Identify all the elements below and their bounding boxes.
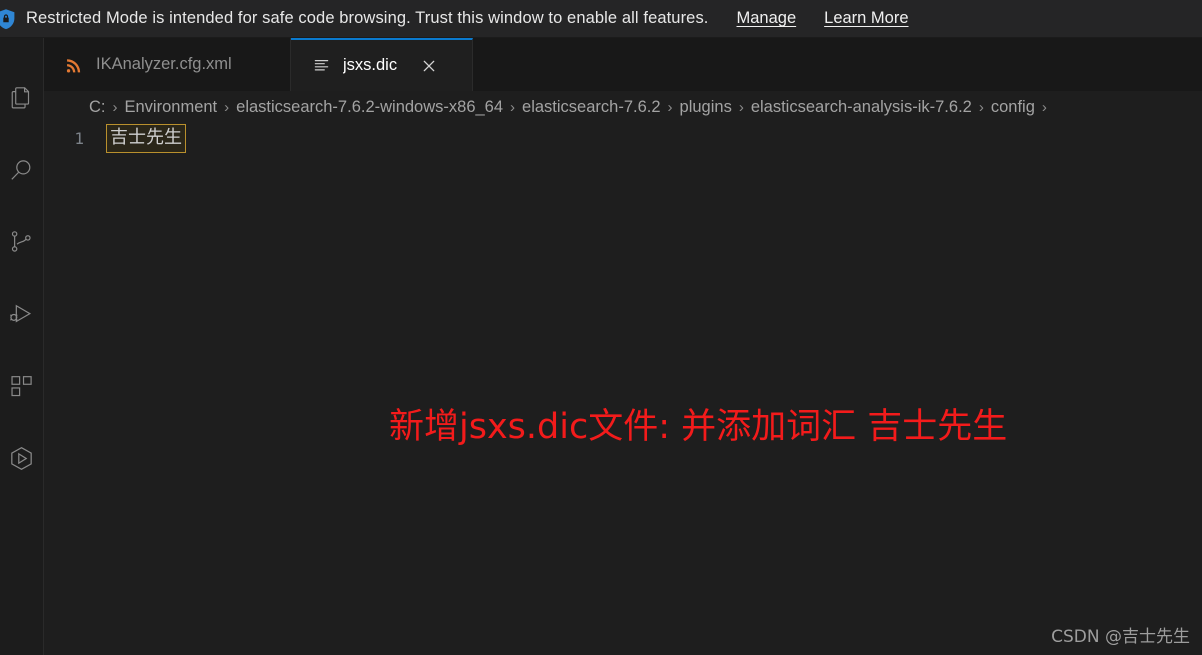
tab-jsxs-dic[interactable]: jsxs.dic [291,38,473,91]
sidebar-item-search[interactable] [0,144,43,196]
run-debug-play-bug-icon [8,301,35,328]
chevron-right-icon: › [738,98,744,116]
breadcrumb-item-6[interactable]: config [991,98,1035,117]
code-editor[interactable]: 1 吉士先生 [44,123,1202,655]
breadcrumb-item-5[interactable]: elasticsearch-analysis-ik-7.6.2 [751,98,972,117]
source-control-branch-icon [9,229,35,255]
hexagon-play-icon [8,445,35,472]
search-icon [9,157,35,183]
chevron-right-icon: › [224,98,230,116]
sidebar-item-source-control[interactable] [0,216,43,268]
editor-group: IKAnalyzer.cfg.xml jsxs.dic C: › Environ… [44,38,1202,655]
text-lines-file-icon [311,56,331,76]
breadcrumb-item-2[interactable]: elasticsearch-7.6.2-windows-x86_64 [236,98,503,117]
files-icon [9,85,35,111]
code-token-selected[interactable]: 吉士先生 [106,123,186,153]
chevron-right-icon: › [1041,98,1047,116]
tab-label: IKAnalyzer.cfg.xml [96,55,232,73]
sidebar-item-run-and-debug[interactable] [0,288,43,340]
tab-label: jsxs.dic [343,56,398,74]
breadcrumb-item-1[interactable]: Environment [125,98,218,117]
close-icon[interactable] [419,56,439,76]
breadcrumb-item-3[interactable]: elasticsearch-7.6.2 [522,98,661,117]
sidebar-item-azure[interactable] [0,432,43,484]
annotation-text: 新增jsxs.dic文件: 并添加词汇 吉士先生 [389,407,1008,447]
manage-link[interactable]: Manage [737,9,797,28]
breadcrumb-item-4[interactable]: plugins [680,98,732,117]
xml-file-icon [64,55,84,75]
chevron-right-icon: › [510,98,516,116]
chevron-right-icon: › [112,98,118,116]
watermark: CSDN @吉士先生 [1051,627,1190,647]
chevron-right-icon: › [667,98,673,116]
line-number: 1 [74,128,84,148]
tab-bar: IKAnalyzer.cfg.xml jsxs.dic [44,38,1202,92]
sidebar-item-explorer[interactable] [0,72,43,124]
chevron-right-icon: › [978,98,984,116]
vscode-window: Restricted Mode is intended for safe cod… [0,0,1202,655]
breadcrumb-item-0[interactable]: C: [89,98,106,117]
code-line-1: 1 吉士先生 [44,123,186,153]
learn-more-link[interactable]: Learn More [824,9,908,28]
extensions-blocks-icon [9,373,35,399]
breadcrumb: C: › Environment › elasticsearch-7.6.2-w… [44,91,1202,123]
shield-lock-icon [0,7,18,31]
sidebar-item-extensions[interactable] [0,360,43,412]
banner-message: Restricted Mode is intended for safe cod… [26,9,709,27]
restricted-mode-banner: Restricted Mode is intended for safe cod… [0,0,1202,38]
activity-bar [0,38,44,655]
tab-ikanalyzer-cfg-xml[interactable]: IKAnalyzer.cfg.xml [44,38,291,91]
